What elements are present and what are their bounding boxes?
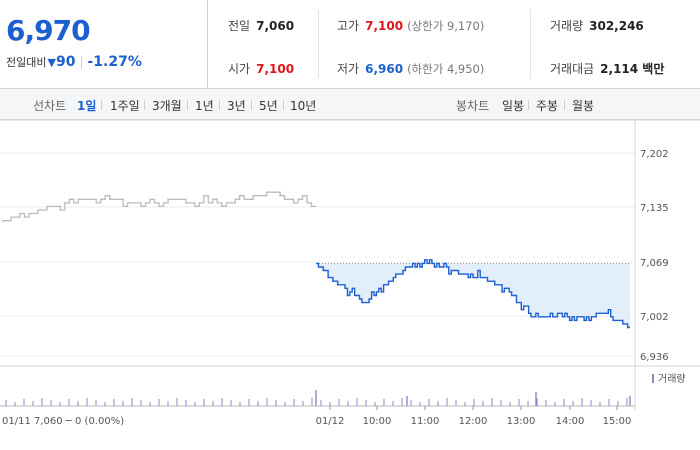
tab-weekly-candle[interactable]: 주봉 (536, 97, 558, 114)
volume-legend-label: 거래량 (658, 373, 686, 385)
tab-divider (528, 100, 529, 110)
x-axis-ticks: 01/12 10:00 11:00 12:00 13:00 14:00 15:00 (316, 406, 632, 427)
prev-close: 전일 7,060 (228, 17, 294, 34)
x-tick-label: 01/12 (316, 416, 345, 427)
tab-3years[interactable]: 3년 (227, 97, 246, 114)
tab-10years[interactable]: 10년 (290, 97, 316, 114)
change-value: 90 (55, 54, 76, 70)
tab-divider (219, 100, 220, 110)
tab-divider (187, 100, 188, 110)
tab-divider (283, 100, 284, 110)
chart-period-tabs: 선차트 1일 1주일 3개월 1년 3년 5년 10년 봉차트 일봉 주봉 월봉 (0, 89, 700, 120)
low-value: 6,960 (365, 62, 404, 76)
upper-limit: (상한가 9,170) (407, 19, 485, 33)
quote-panel: 6,970 전일대비▼90 | -1.27% 전일 7,060 고가 7,100 (상한가… (0, 0, 700, 89)
line-chart-label: 선차트 (33, 99, 67, 113)
tab-3months[interactable]: 3개월 (152, 97, 182, 114)
change-separator: | (79, 55, 84, 69)
amount-label: 거래대금 (550, 62, 595, 76)
today-series (316, 259, 630, 329)
high-price: 고가 7,100 (상한가 9,170) (337, 17, 484, 34)
y-tick-label: 7,069 (640, 258, 669, 269)
y-tick-label: 7,135 (640, 203, 669, 214)
tab-5years[interactable]: 5년 (259, 97, 278, 114)
y-tick-label: 6,936 (640, 352, 669, 363)
divider (318, 10, 319, 78)
low-label: 저가 (337, 62, 360, 76)
x-tick-label: 15:00 (603, 416, 632, 427)
tab-divider (564, 100, 565, 110)
tab-divider (101, 100, 102, 110)
divider (530, 10, 531, 78)
current-price-box: 6,970 전일대비▼90 | -1.27% (0, 0, 208, 88)
low-price: 저가 6,960 (하한가 4,950) (337, 60, 484, 77)
open-price: 시가 7,100 (228, 60, 294, 77)
candle-chart-label: 봉차트 (456, 99, 490, 113)
volume-label: 거래량 (550, 19, 584, 33)
trade-amount: 거래대금 2,114 백만 (550, 60, 664, 77)
tab-divider (144, 100, 145, 110)
x-tick-label: 14:00 (556, 416, 585, 427)
y-tick-label: 7,002 (640, 312, 669, 323)
x-tick-label: 10:00 (363, 416, 392, 427)
tab-1week[interactable]: 1주일 (110, 97, 140, 114)
high-label: 고가 (337, 19, 360, 33)
current-price: 6,970 (6, 14, 91, 47)
volume-value: 302,246 (589, 19, 644, 33)
x-tick-label: 13:00 (507, 416, 536, 427)
prev-close-value: 7,060 (256, 19, 295, 33)
price-change: 전일대비▼90 | -1.27% (6, 54, 142, 70)
change-rate: -1.27% (87, 54, 142, 70)
volume-legend-swatch (652, 374, 654, 383)
volume: 거래량 302,246 (550, 17, 644, 34)
prev-day-series (2, 191, 316, 222)
lower-limit: (하한가 4,950) (407, 62, 485, 76)
x-tick-label: 11:00 (411, 416, 440, 427)
intraday-chart: 7,202 7,135 7,069 7,002 6,936 거래량 01/12 10:00… (0, 120, 700, 427)
y-tick-label: 7,202 (640, 149, 669, 160)
prev-close-label: 전일 (228, 19, 251, 33)
prev-day-line (2, 191, 316, 222)
x-tick-label: 12:00 (459, 416, 488, 427)
y-axis-ticks: 7,202 7,135 7,069 7,002 6,936 (640, 149, 669, 363)
volume-bars (5, 390, 631, 406)
amount-value: 2,114 백만 (600, 62, 665, 76)
tab-monthly-candle[interactable]: 월봉 (572, 97, 594, 114)
tab-1year[interactable]: 1년 (195, 97, 214, 114)
down-triangle-icon: ▼ (47, 56, 56, 69)
prev-day-summary: 01/11 7,060 ─ 0 (0.00%) (2, 416, 124, 427)
volume-legend: 거래량 (652, 373, 686, 385)
open-value: 7,100 (256, 62, 295, 76)
tab-divider (251, 100, 252, 110)
open-label: 시가 (228, 62, 251, 76)
high-value: 7,100 (365, 19, 404, 33)
change-label: 전일대비 (6, 56, 47, 69)
tab-daily-candle[interactable]: 일봉 (502, 97, 524, 114)
tab-1day[interactable]: 1일 (77, 97, 96, 114)
